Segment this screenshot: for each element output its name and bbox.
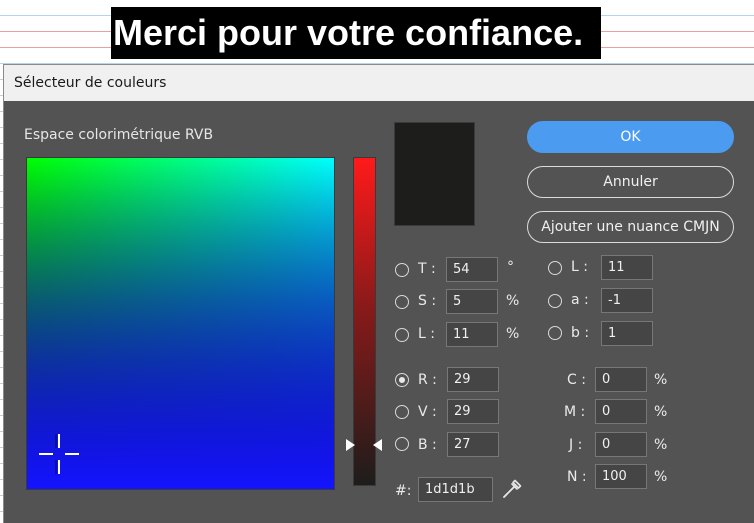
percent-unit: %: [654, 469, 668, 485]
percent-unit: %: [506, 293, 520, 309]
percent-unit: %: [506, 326, 520, 342]
document-banner-text: Merci pour votre confiance.: [111, 7, 601, 59]
black-label: N :: [567, 469, 587, 485]
lightness-input[interactable]: 11: [446, 322, 498, 347]
lab-l-label: L :: [571, 259, 588, 275]
crosshair-icon[interactable]: [39, 434, 79, 474]
blue-label: B :: [418, 437, 437, 453]
magenta-input[interactable]: 0: [595, 399, 647, 424]
hex-label: #:: [395, 483, 412, 499]
cancel-button[interactable]: Annuler: [527, 166, 734, 198]
blue-input[interactable]: 27: [447, 432, 499, 457]
cyan-input[interactable]: 0: [595, 367, 647, 392]
yellow-input[interactable]: 0: [595, 432, 647, 457]
current-color-swatch: [394, 122, 475, 226]
lab-a-input[interactable]: -1: [601, 288, 653, 313]
lab-l-input[interactable]: 11: [601, 255, 653, 280]
radio-lab-a[interactable]: [548, 294, 562, 308]
degree-unit: °: [507, 259, 514, 275]
radio-lab-l[interactable]: [548, 261, 562, 275]
hue-label: T :: [418, 261, 436, 277]
saturation-label: S :: [418, 293, 437, 309]
red-input[interactable]: 29: [447, 367, 499, 392]
percent-unit: %: [654, 404, 668, 420]
radio-green[interactable]: [395, 405, 409, 419]
green-input[interactable]: 29: [447, 399, 499, 424]
hue-slider[interactable]: [353, 157, 376, 486]
lightness-label: L :: [418, 326, 435, 342]
percent-unit: %: [654, 372, 668, 388]
lab-b-input[interactable]: 1: [601, 321, 653, 346]
yellow-label: J :: [569, 437, 583, 453]
radio-lightness[interactable]: [395, 328, 409, 342]
color-space-label: Espace colorimétrique RVB: [24, 127, 214, 143]
percent-unit: %: [654, 437, 668, 453]
add-cmyk-swatch-button[interactable]: Ajouter une nuance CMJN: [527, 211, 734, 243]
ok-button[interactable]: OK: [527, 121, 734, 153]
green-label: V :: [418, 404, 437, 420]
magenta-label: M :: [564, 404, 586, 420]
cyan-label: C :: [567, 372, 586, 388]
radio-hue[interactable]: [395, 263, 409, 277]
lab-a-label: a :: [571, 292, 589, 308]
radio-red[interactable]: [395, 373, 409, 387]
color-picker-dialog: Sélecteur de couleurs Espace colorimétri…: [3, 64, 754, 523]
hex-input[interactable]: 1d1d1b: [418, 477, 493, 502]
slider-handle-icon[interactable]: [346, 438, 382, 452]
dialog-title: Sélecteur de couleurs: [4, 65, 754, 101]
radio-lab-b[interactable]: [548, 326, 562, 340]
black-input[interactable]: 100: [595, 464, 647, 489]
radio-blue[interactable]: [395, 437, 409, 451]
red-label: R :: [418, 372, 437, 388]
hue-input[interactable]: 54: [446, 257, 498, 282]
lab-b-label: b :: [571, 325, 590, 341]
eyedropper-icon[interactable]: [500, 477, 524, 501]
saturation-input[interactable]: 5: [446, 289, 498, 314]
radio-saturation[interactable]: [395, 295, 409, 309]
